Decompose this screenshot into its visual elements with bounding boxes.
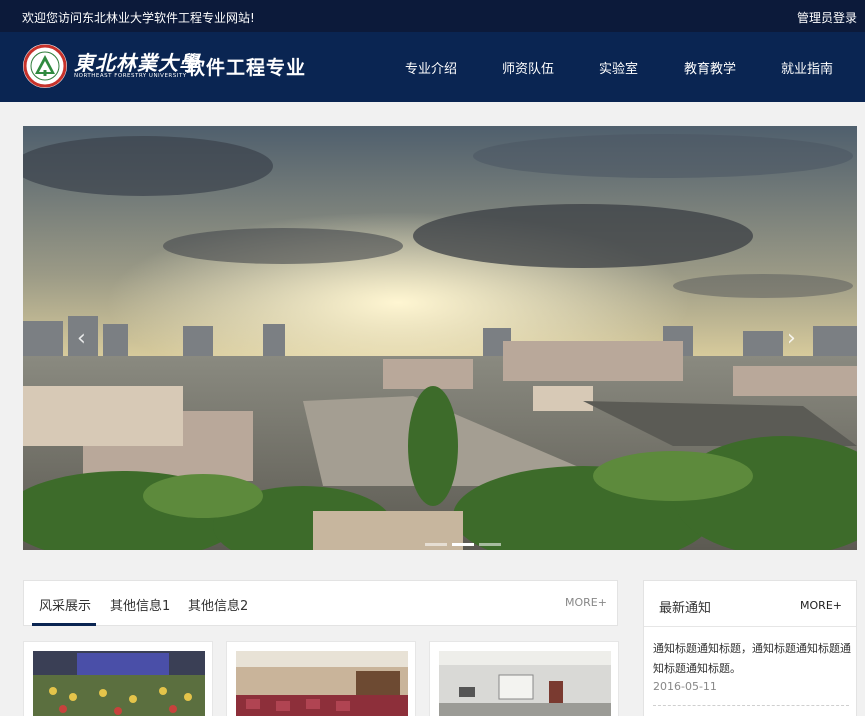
showcase-tabs-panel: 风采展示 其他信息1 其他信息2 MORE+ <box>23 580 618 626</box>
carousel-dot-active[interactable] <box>452 543 474 546</box>
event-photo-1 <box>33 651 205 716</box>
chevron-right-icon[interactable]: › <box>787 326 796 351</box>
nav-item-faculty[interactable]: 师资队伍 <box>502 58 554 77</box>
nav-item-intro[interactable]: 专业介绍 <box>405 58 457 77</box>
admin-login-link[interactable]: 管理员登录 <box>797 9 857 26</box>
main-navbar: 東北林業大學 NORTHEAST FORESTRY UNIVERSITY 软件工… <box>0 32 865 102</box>
university-seal-icon <box>23 44 67 88</box>
nav-item-career[interactable]: 就业指南 <box>781 58 833 77</box>
event-photo-2 <box>236 651 408 716</box>
notice-more-link[interactable]: MORE+ <box>800 599 842 612</box>
showcase-card[interactable] <box>429 641 619 716</box>
active-tab-indicator <box>32 623 96 626</box>
chevron-left-icon[interactable]: ‹ <box>77 326 86 351</box>
banner-carousel[interactable]: ‹ › <box>23 126 857 550</box>
showcase-card[interactable] <box>226 641 416 716</box>
welcome-text: 欢迎您访问东北林业大学软件工程专业网站! <box>22 11 255 25</box>
notice-item-title[interactable]: 通知标题通知标题，通知标题通知标题通知标题通知标题。 <box>653 639 851 679</box>
top-bar: 欢迎您访问东北林业大学软件工程专业网站! 管理员登录 <box>0 0 865 32</box>
site-logo[interactable]: 東北林業大學 NORTHEAST FORESTRY UNIVERSITY 软件工… <box>22 43 312 91</box>
carousel-dot[interactable] <box>425 543 447 546</box>
notice-header: 最新通知 MORE+ <box>644 581 856 627</box>
notice-divider <box>653 705 849 706</box>
showcase-card[interactable] <box>23 641 213 716</box>
carousel-indicators <box>425 531 506 550</box>
tabs-more-link[interactable]: MORE+ <box>565 596 607 609</box>
tab-other-info-1[interactable]: 其他信息1 <box>110 595 170 614</box>
major-title: 软件工程专业 <box>186 57 307 79</box>
latest-notice-panel: 最新通知 MORE+ 通知标题通知标题，通知标题通知标题通知标题通知标题。 20… <box>643 580 857 716</box>
university-name-en: NORTHEAST FORESTRY UNIVERSITY <box>74 73 187 79</box>
tab-showcase[interactable]: 风采展示 <box>39 595 91 614</box>
lab-photo <box>439 651 611 716</box>
nav-item-lab[interactable]: 实验室 <box>599 58 638 77</box>
banner-image <box>23 126 857 550</box>
university-name-cn: 東北林業大學 <box>74 51 200 75</box>
notice-title: 最新通知 <box>659 601 712 616</box>
carousel-dot[interactable] <box>479 543 501 546</box>
tab-other-info-2[interactable]: 其他信息2 <box>188 595 248 614</box>
nav-item-education[interactable]: 教育教学 <box>684 58 736 77</box>
notice-item-date: 2016-05-11 <box>653 680 717 693</box>
